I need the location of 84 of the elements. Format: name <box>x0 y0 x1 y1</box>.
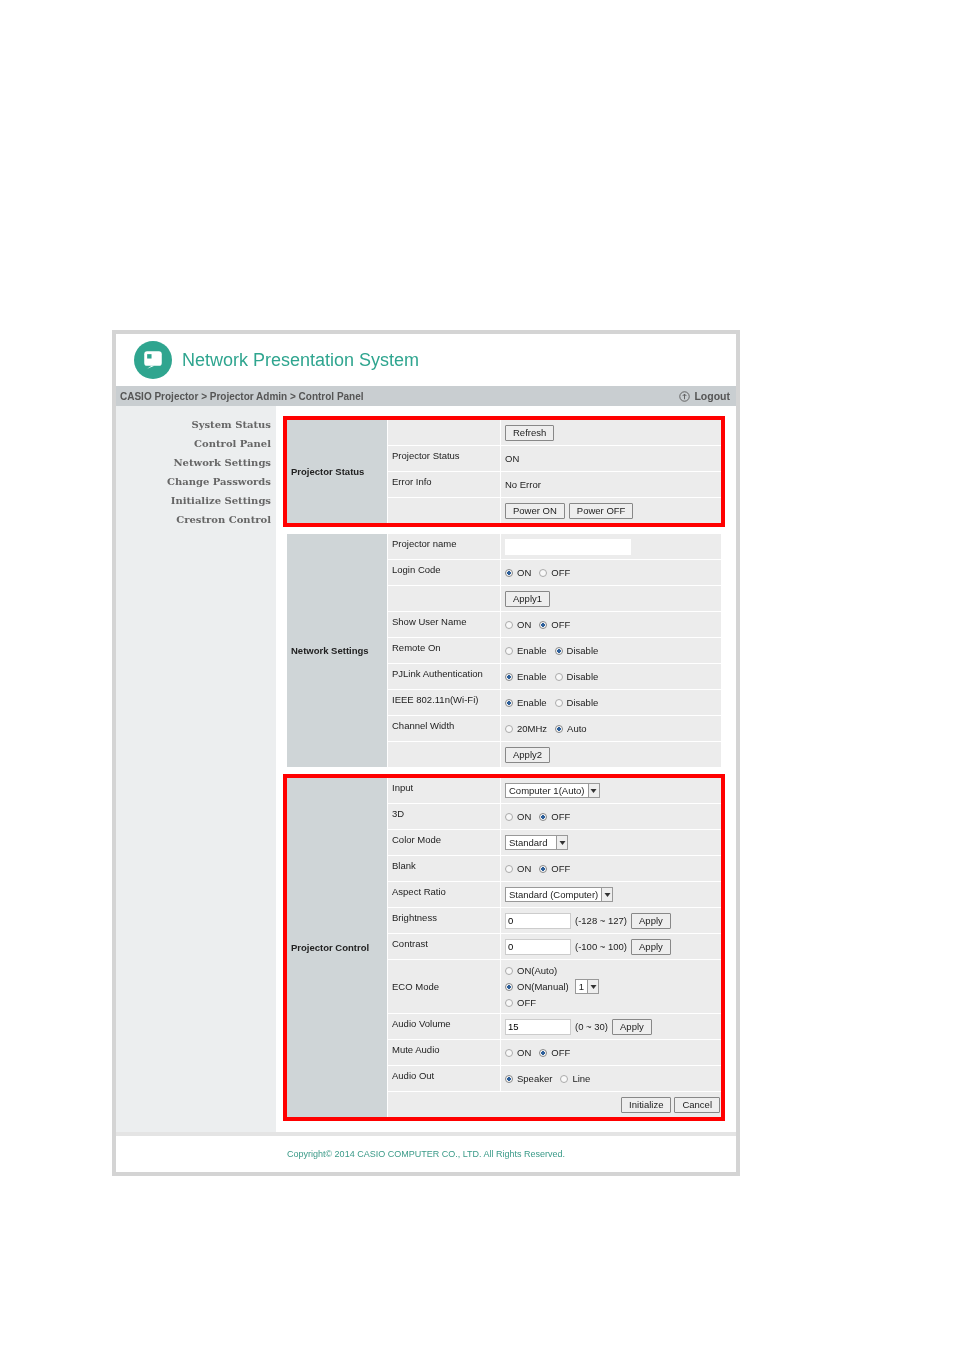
radio-option[interactable]: OFF <box>539 619 571 630</box>
dropdown[interactable]: Standard <box>505 835 568 850</box>
section-title: Projector Control <box>287 778 387 1117</box>
field-label: Audio Out <box>392 1070 435 1081</box>
range-hint: (-128 ~ 127) <box>575 915 628 926</box>
number-field[interactable]: 0 <box>505 912 571 929</box>
field-label: PJLink Authentication <box>392 668 483 679</box>
sidebar-link[interactable]: Crestron Control <box>176 513 276 527</box>
logout-link[interactable]: Logout <box>679 390 730 402</box>
status-value: No Error <box>505 479 541 490</box>
field-label: Projector Status <box>392 450 460 461</box>
field-label: Show User Name <box>392 616 467 627</box>
status-value: ON <box>505 453 520 464</box>
field-label: Remote On <box>392 642 441 653</box>
radio-option[interactable]: ON <box>505 619 532 630</box>
radio-option[interactable]: OFF <box>505 997 536 1008</box>
apply-button[interactable]: Apply <box>612 1018 652 1035</box>
number-field[interactable]: 15 <box>505 1018 571 1035</box>
field-label: Login Code <box>392 564 441 575</box>
field-label: IEEE 802.11n(Wi-Fi) <box>392 694 479 705</box>
field-label: Audio Volume <box>392 1018 451 1029</box>
sidebar-link[interactable]: Control Panel <box>194 437 276 451</box>
radio-option[interactable]: ON <box>505 863 532 874</box>
radio-option[interactable]: OFF <box>539 1047 571 1058</box>
caret-icon <box>603 892 611 897</box>
radio-option[interactable]: ON <box>505 567 532 578</box>
radio-option[interactable]: OFF <box>539 811 571 822</box>
field-label: Input <box>392 782 414 793</box>
radio-option[interactable]: Enable <box>505 671 547 682</box>
breadcrumb: CASIO Projector > Projector Admin > Control Panel <box>120 390 364 402</box>
form-button[interactable]: Initialize <box>621 1096 672 1113</box>
dropdown[interactable]: Standard (Computer) <box>505 887 614 902</box>
radio-option[interactable]: 20MHz <box>505 723 548 734</box>
dropdown[interactable]: Computer 1(Auto) <box>505 783 600 798</box>
field-label: Contrast <box>392 938 428 949</box>
form-button[interactable]: Power OFF <box>568 502 634 519</box>
radio-option[interactable]: Auto <box>555 723 587 734</box>
field-label: Color Mode <box>392 834 442 845</box>
apply-button[interactable]: Apply <box>631 912 671 929</box>
caret-icon <box>590 788 597 793</box>
number-field[interactable]: 0 <box>505 938 571 955</box>
radio-option[interactable]: OFF <box>539 863 571 874</box>
apply-button[interactable]: Apply <box>631 938 671 955</box>
sidebar-link[interactable]: Change Passwords <box>167 475 276 489</box>
field-label: Blank <box>392 860 416 871</box>
sidebar-link[interactable]: System Status <box>191 418 276 432</box>
radio-option[interactable]: Disable <box>554 645 599 656</box>
field-label: 3D <box>392 808 405 819</box>
copyright-text: Copyright© 2014 CASIO COMPUTER CO., LTD. All Rights Reserved. <box>286 1149 566 1159</box>
radio-option[interactable]: ON(Auto) <box>505 965 558 976</box>
field-label: Brightness <box>392 912 437 923</box>
range-hint: (0 ~ 30) <box>575 1021 608 1032</box>
form-button[interactable]: Power ON <box>505 502 565 519</box>
radio-option[interactable]: ON <box>505 1047 532 1058</box>
radio-option[interactable]: Enable <box>505 645 547 656</box>
radio-option[interactable]: Enable <box>505 697 547 708</box>
form-button[interactable]: Apply2 <box>505 746 551 763</box>
sidebar-link[interactable]: Network Settings <box>173 456 276 470</box>
radio-option[interactable]: ON <box>505 811 532 822</box>
logout-icon <box>679 390 691 402</box>
app-title: Network Presentation System <box>182 349 420 371</box>
field-label: Projector name <box>392 538 457 549</box>
field-label: Channel Width <box>392 720 455 731</box>
form-button[interactable]: Cancel <box>674 1096 720 1113</box>
radio-option[interactable]: Disable <box>554 671 599 682</box>
field-label: Mute Audio <box>392 1044 440 1055</box>
caret-icon <box>558 840 566 845</box>
radio-option[interactable]: ON(Manual) <box>505 981 569 992</box>
section-title: Projector Status <box>287 420 387 523</box>
radio-option[interactable]: Speaker <box>505 1073 553 1084</box>
range-hint: (-100 ~ 100) <box>575 941 628 952</box>
form-button[interactable]: Apply1 <box>505 590 551 607</box>
form-button[interactable]: Refresh <box>505 424 555 441</box>
field-label: Error Info <box>392 476 432 487</box>
radio-option[interactable]: Line <box>560 1073 591 1084</box>
radio-option[interactable]: Disable <box>554 697 599 708</box>
caret-icon <box>589 984 597 989</box>
field-label: ECO Mode <box>392 981 439 992</box>
section-title: Network Settings <box>287 534 387 767</box>
radio-option[interactable]: OFF <box>539 567 571 578</box>
field-label: Aspect Ratio <box>392 886 446 897</box>
dropdown[interactable]: 1 <box>574 979 600 994</box>
sidebar-link[interactable]: Initialize Settings <box>170 494 276 508</box>
logo-icon <box>134 341 172 379</box>
